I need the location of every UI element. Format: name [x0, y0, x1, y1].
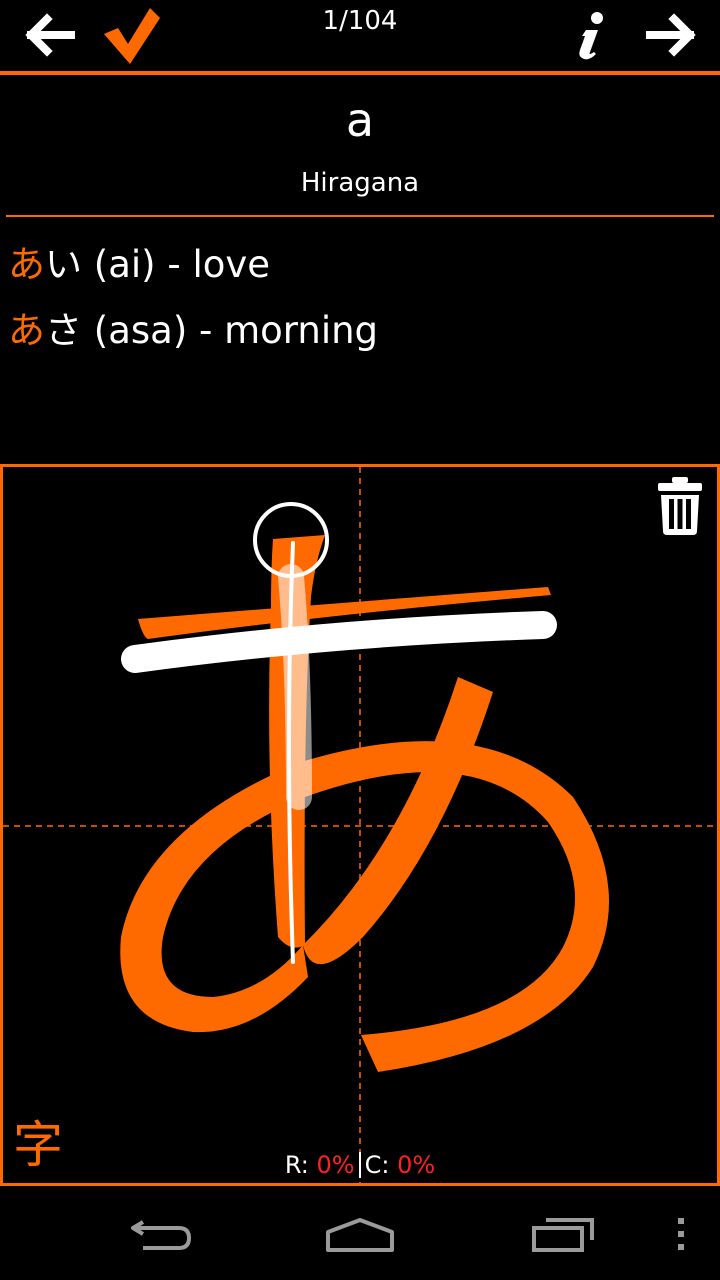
nav-recents-button[interactable]: [520, 1206, 604, 1262]
example-text: さ (asa) - morning: [45, 309, 379, 352]
stats-separator: [358, 1152, 361, 1178]
c-label: C:: [364, 1151, 390, 1179]
example-highlight: あ: [8, 309, 45, 352]
drawing-canvas[interactable]: 字 R: 0% C: 0%: [0, 464, 720, 1186]
r-value: 0%: [316, 1151, 355, 1179]
nav-back-button[interactable]: [118, 1206, 202, 1262]
clear-button[interactable]: [655, 475, 705, 541]
romaji-label: a: [345, 93, 375, 147]
example-highlight: あ: [8, 243, 45, 286]
character-guide: [3, 467, 717, 1183]
user-strokes: [121, 502, 557, 964]
example-text: い (ai) - love: [45, 243, 271, 286]
trash-icon: [658, 477, 702, 535]
c-value: 0%: [397, 1151, 436, 1179]
section-divider: [6, 215, 714, 217]
nav-home-button[interactable]: [318, 1206, 402, 1262]
info-button[interactable]: [570, 0, 610, 70]
nav-back-icon: [131, 1220, 192, 1250]
example-word: あさ (asa) - morning: [8, 298, 712, 364]
next-button[interactable]: [638, 0, 706, 70]
system-nav-bar: [0, 1188, 720, 1280]
action-bar: 1/104: [0, 0, 720, 75]
nav-recents-icon: [532, 1218, 594, 1252]
r-label: R:: [284, 1151, 309, 1179]
info-icon: [579, 12, 603, 60]
script-name: Hiragana: [300, 168, 420, 198]
arrow-right-icon: [646, 13, 696, 57]
nav-home-icon: [326, 1218, 394, 1252]
overflow-menu-button[interactable]: [664, 1206, 698, 1262]
header-divider: [0, 71, 720, 75]
overflow-menu-icon: [678, 1218, 684, 1250]
example-word: あい (ai) - love: [8, 232, 712, 298]
score-stats: R: 0% C: 0%: [3, 1151, 717, 1179]
example-list: あい (ai) - love あさ (asa) - morning: [8, 232, 712, 364]
progress-counter: 1/104: [322, 6, 398, 36]
